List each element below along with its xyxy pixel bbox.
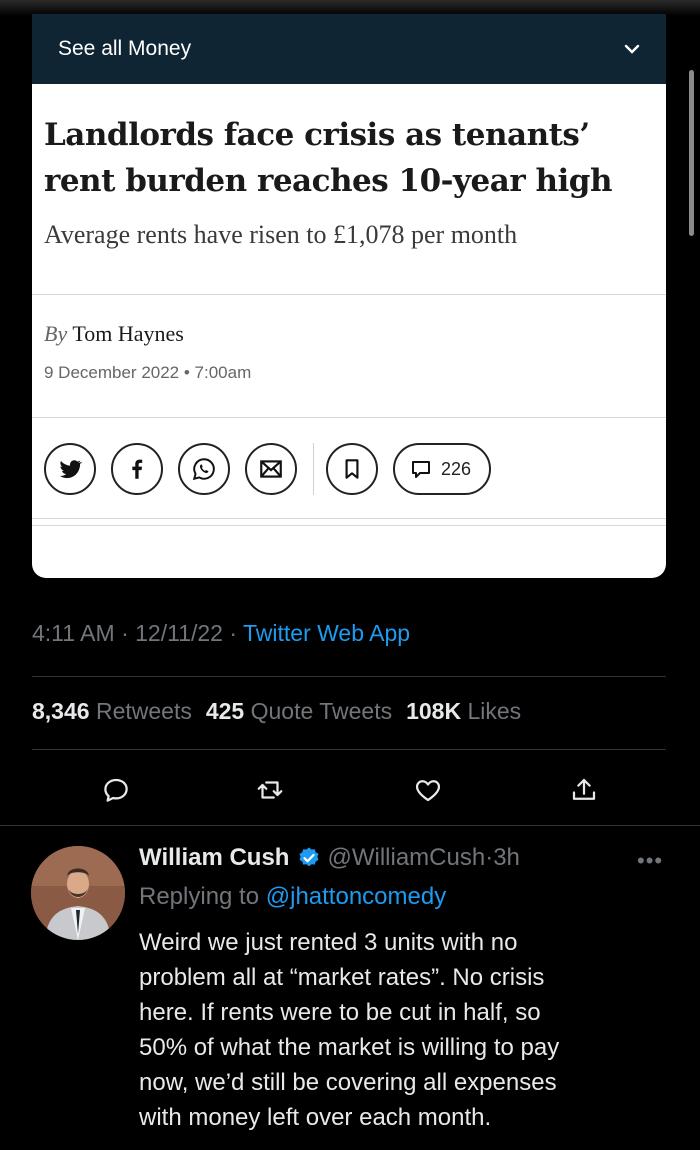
meta-separator: · [229, 620, 243, 646]
reply-text: Weird we just rented 3 units with no pro… [139, 929, 560, 1131]
reply-icon [104, 778, 128, 802]
reply-author[interactable]: William Cush @WilliamCush · 3h [139, 844, 520, 872]
byline-prefix: By [44, 321, 68, 346]
likes-count: 108K [406, 698, 462, 724]
divider [32, 518, 666, 519]
reply-age[interactable]: 3h [493, 844, 520, 872]
quotes-label: Quote Tweets [250, 698, 393, 724]
article-card[interactable]: See all Money Landlords face crisis as t… [32, 14, 666, 578]
meta-separator: · [121, 620, 136, 646]
comment-icon [412, 461, 430, 478]
tweet-time[interactable]: 4:11 AM [32, 620, 115, 646]
reply-author-name[interactable]: William Cush [139, 844, 289, 872]
tweet-meta: 4:11 AM · 12/11/22 · Twitter Web App [32, 620, 410, 647]
section-dropdown[interactable]: See all Money [32, 14, 666, 84]
tweet-stats: 8,346 Retweets 425 Quote Tweets 108K Lik… [32, 698, 527, 725]
chevron-down-icon [624, 44, 640, 54]
replying-to: Replying to @jhattoncomedy [139, 883, 446, 911]
bookmark-icon [345, 459, 359, 479]
quotes-stat[interactable]: 425 Quote Tweets [206, 698, 392, 725]
comment-count: 226 [441, 458, 472, 479]
author-name[interactable]: Tom Haynes [72, 321, 184, 346]
article-date: 9 December 2022 • 7:00am [44, 363, 252, 382]
divider [32, 749, 666, 750]
likes-stat[interactable]: 108K Likes [406, 698, 521, 725]
share-icon [572, 778, 596, 800]
tweet-source[interactable]: Twitter Web App [243, 620, 410, 646]
tweet-actions [0, 770, 700, 810]
byline: By Tom Haynes [32, 295, 666, 347]
section-label: See all Money [58, 37, 192, 60]
divider [32, 525, 666, 526]
reply-author-handle[interactable]: @WilliamCush [327, 844, 485, 872]
scrollbar[interactable] [689, 70, 694, 236]
replying-prefix: Replying to [139, 883, 260, 910]
retweets-count: 8,346 [32, 698, 90, 724]
comments-button[interactable]: 226 [393, 443, 492, 495]
retweet-button[interactable] [250, 770, 290, 810]
twitter-icon [59, 460, 83, 479]
divider [0, 825, 700, 826]
twitter-share-button[interactable] [44, 443, 96, 495]
article-standfirst: Average rents have risen to £1,078 per m… [44, 220, 518, 249]
meta-separator: · [485, 844, 494, 871]
verified-badge-icon [299, 847, 319, 867]
reply-button[interactable] [96, 770, 136, 810]
share-toolbar: 226 [32, 418, 666, 496]
bookmark-button[interactable] [326, 443, 378, 495]
quotes-count: 425 [205, 698, 245, 724]
retweets-label: Retweets [95, 698, 192, 724]
facebook-share-button[interactable] [111, 443, 163, 495]
more-options-icon[interactable]: ••• [637, 848, 663, 874]
avatar[interactable] [31, 846, 125, 940]
replying-to-handle[interactable]: @jhattoncomedy [266, 883, 446, 910]
whatsapp-icon [192, 458, 215, 481]
heart-icon [415, 780, 441, 802]
like-button[interactable] [408, 770, 448, 810]
retweets-stat[interactable]: 8,346 Retweets [32, 698, 192, 725]
likes-label: Likes [467, 698, 522, 724]
tweet-date[interactable]: 12/11/22 [135, 620, 223, 646]
share-button[interactable] [564, 770, 604, 810]
email-share-button[interactable] [245, 443, 297, 495]
retweet-icon [257, 781, 283, 799]
article-headline[interactable]: Landlords face crisis as tenants’ rent b… [32, 84, 666, 204]
whatsapp-share-button[interactable] [178, 443, 230, 495]
avatar-photo [31, 846, 125, 940]
divider [32, 676, 666, 677]
toolbar-divider [313, 443, 314, 495]
email-icon [260, 460, 282, 478]
facebook-icon [132, 459, 143, 479]
